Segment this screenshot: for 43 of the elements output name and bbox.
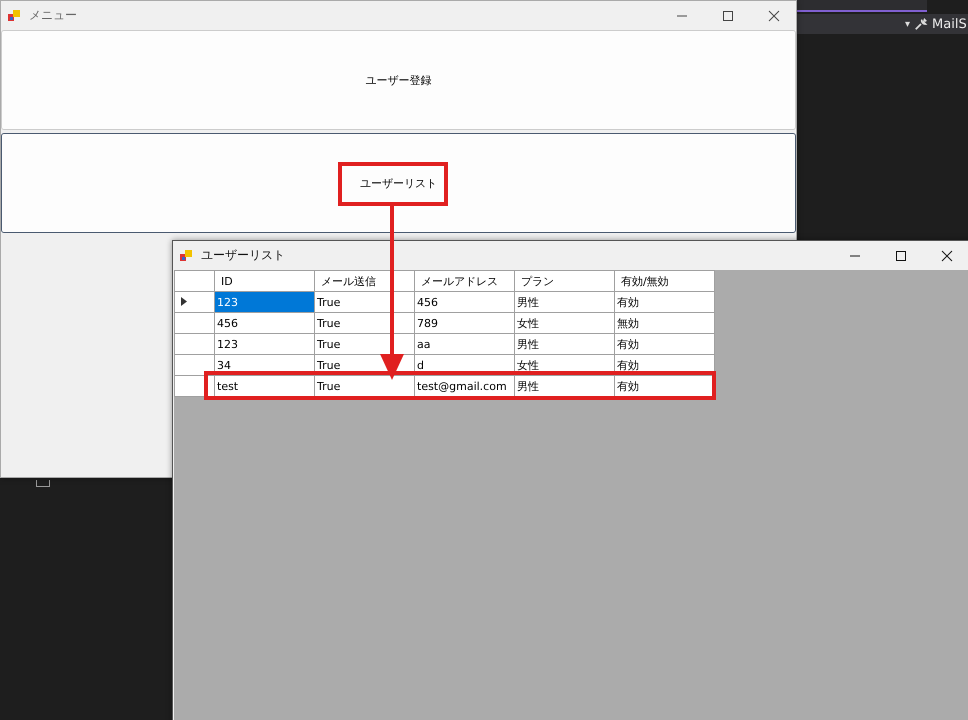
table-cell[interactable]: 34 [214,354,314,376]
code-bracket-icon [36,480,50,487]
table-cell[interactable]: test [214,376,314,396]
close-icon[interactable] [768,10,780,22]
table-cell[interactable]: 無効 [614,312,714,334]
toolbar-label[interactable]: MailS [932,16,967,32]
table-cell[interactable]: 女性 [514,312,614,334]
window-title: ユーザーリスト [201,247,285,264]
table-cell[interactable]: True [314,292,414,312]
window-title: メニュー [29,7,77,24]
wrench-icon[interactable] [914,17,928,31]
table-cell[interactable]: 女性 [514,354,614,376]
app-icon [179,248,193,262]
column-header[interactable]: 有効/無効 [614,270,714,292]
table-cell[interactable]: test@gmail.com [414,376,514,396]
table-cell[interactable]: 123 [214,292,314,312]
menu-button[interactable]: ユーザー登録 [1,30,796,130]
column-header[interactable]: プラン [514,270,614,292]
table-cell[interactable]: True [314,312,414,334]
maximize-icon[interactable] [722,10,734,22]
row-header[interactable] [174,292,214,312]
corner-header-cell [174,270,214,292]
table-cell[interactable]: aa [414,334,514,354]
table-cell[interactable]: 男性 [514,376,614,396]
current-row-icon [181,296,187,306]
column-header[interactable]: ID [214,270,314,292]
table-cell[interactable]: 男性 [514,292,614,312]
table-cell[interactable]: 有効 [614,292,714,312]
close-icon[interactable] [941,250,953,262]
table-cell[interactable]: 有効 [614,334,714,354]
table-cell[interactable]: d [414,354,514,376]
dropdown-caret-icon[interactable]: ▾ [905,18,910,30]
table-cell[interactable]: 男性 [514,334,614,354]
menu-button[interactable]: ユーザーリスト [1,133,796,233]
column-header[interactable]: メール送信 [314,270,414,292]
column-header[interactable]: メールアドレス [414,270,514,292]
table-cell[interactable]: 456 [214,312,314,334]
maximize-icon[interactable] [895,250,907,262]
app-icon [7,8,21,22]
table-cell[interactable]: 123 [214,334,314,354]
table-cell[interactable]: 有効 [614,354,714,376]
table-cell[interactable]: 789 [414,312,514,334]
table-cell[interactable]: 456 [414,292,514,312]
